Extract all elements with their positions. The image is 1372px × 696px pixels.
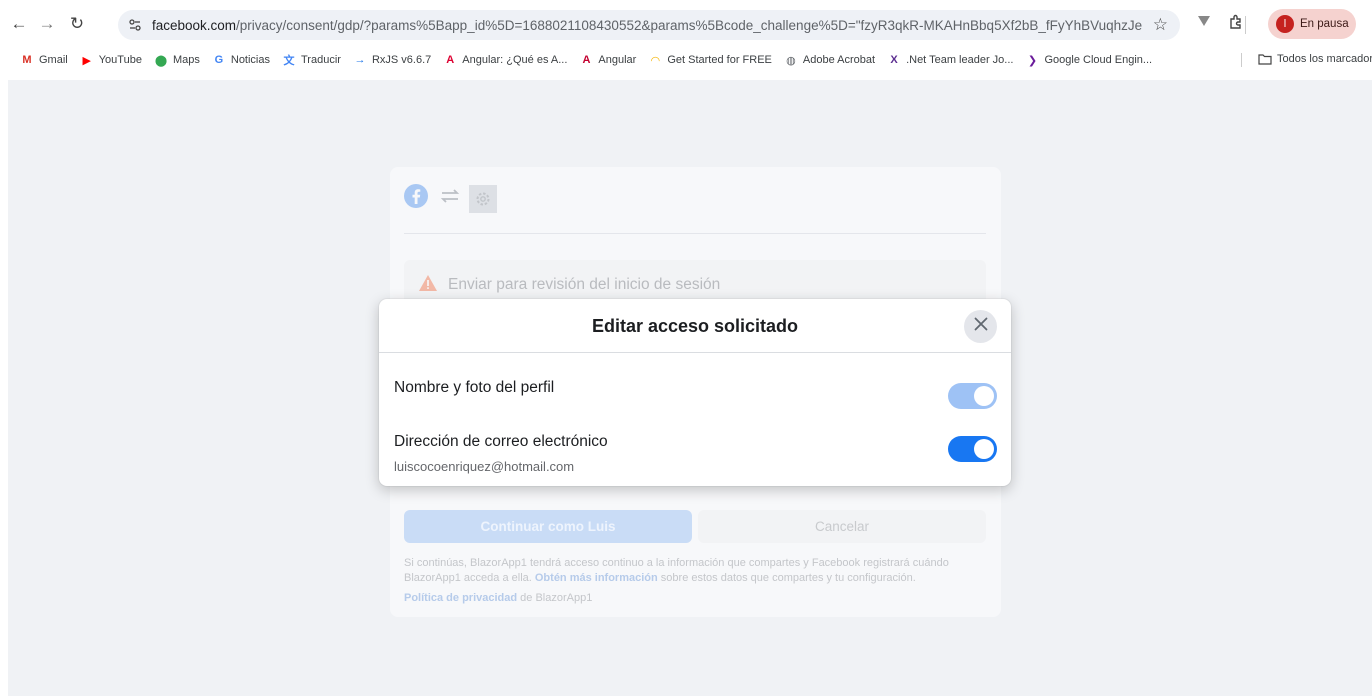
bookmark-label: Google Cloud Engin... <box>1044 54 1153 66</box>
all-bookmarks-button[interactable]: Todos los marcador <box>1258 52 1372 66</box>
bookmark-item[interactable]: X .Net Team leader Jo... <box>887 53 1013 67</box>
bookmark-label: Maps <box>172 54 200 66</box>
bookmark-item[interactable]: → RxJS v6.6.7 <box>353 53 431 67</box>
browser-toolbar: ← → ↻ facebook.com/privacy/consent/gdp/?… <box>0 0 1372 47</box>
privacy-policy-app: de BlazorApp1 <box>520 592 593 604</box>
permission-email-value: luiscocoenriquez@hotmail.com <box>394 459 575 474</box>
close-icon <box>974 317 988 336</box>
learn-more-link[interactable]: Obtén más información <box>535 572 658 584</box>
translate-icon: 文 <box>283 55 295 67</box>
bookmark-label: YouTube <box>98 54 142 66</box>
bookmark-label: Get Started for FREE <box>667 54 772 66</box>
bookmark-item[interactable]: 文 Traducir <box>282 53 341 67</box>
site-settings-icon[interactable] <box>122 12 148 38</box>
news-icon: G <box>214 54 224 66</box>
bookmark-label: Noticias <box>230 54 270 66</box>
profile-avatar: l <box>1276 15 1294 33</box>
continue-as-button[interactable]: Continuar como Luis <box>404 510 692 543</box>
close-button[interactable] <box>964 310 997 343</box>
bookmark-item[interactable]: ⬤ Maps <box>154 53 200 67</box>
url-text[interactable]: facebook.com/privacy/consent/gdp/?params… <box>152 18 1142 33</box>
dialog-title: Editar acceso solicitado <box>591 315 799 336</box>
bookmark-item[interactable]: ◠ Get Started for FREE <box>648 53 772 67</box>
url-path: /privacy/consent/gdp/?params%5Bapp_id%5D… <box>236 17 1142 33</box>
permission-email-label: Dirección de correo electrónico <box>394 433 608 450</box>
bookmark-item[interactable]: A Angular: ¿Qué es A... <box>443 53 567 67</box>
rainbow-icon: ◠ <box>651 54 660 67</box>
profile-status: En pausa <box>1300 18 1349 30</box>
warning-text: Enviar para revisión del inicio de sesió… <box>448 276 721 293</box>
globe-icon: ◍ <box>786 54 796 67</box>
bookmark-item[interactable]: ❯ Google Cloud Engin... <box>1025 53 1152 67</box>
warning-triangle-icon <box>418 274 438 297</box>
permission-profile-toggle <box>948 383 997 409</box>
bookmark-label: Adobe Acrobat <box>802 54 876 66</box>
chevron-logo-icon: ❯ <box>1027 54 1038 67</box>
toggle-knob <box>974 439 994 459</box>
dialog-divider <box>379 352 1011 353</box>
rxjs-icon: → <box>354 54 366 66</box>
card-divider <box>404 233 986 234</box>
extensions-puzzle-icon[interactable] <box>1228 14 1244 34</box>
all-bookmarks-label: Todos los marcador <box>1277 53 1372 65</box>
gmail-icon: M <box>22 54 32 66</box>
privacy-policy-link[interactable]: Política de privacidad <box>404 592 517 604</box>
angular-icon: A <box>582 54 591 66</box>
bookmark-label: Traducir <box>301 54 341 66</box>
back-arrow-icon[interactable]: ← <box>6 11 32 37</box>
youtube-icon: ▶ <box>82 54 91 67</box>
bookmark-item[interactable]: M Gmail <box>20 53 68 67</box>
bookmark-item[interactable]: G Noticias <box>212 53 270 67</box>
facebook-logo-icon <box>403 183 429 214</box>
address-bar[interactable]: facebook.com/privacy/consent/gdp/?params… <box>118 10 1180 40</box>
bookmark-label: Angular: ¿Qué es A... <box>462 54 568 66</box>
permission-profile-label: Nombre y foto del perfil <box>394 379 555 396</box>
permission-email-toggle[interactable] <box>948 436 997 462</box>
profile-button[interactable]: l En pausa <box>1268 9 1356 39</box>
fine-print-text-2: sobre estos datos que compartes y tu con… <box>660 572 916 584</box>
app-gear-icon <box>469 184 497 213</box>
forward-arrow-icon[interactable]: → <box>34 11 60 37</box>
bookmarks-bar: M Gmail ▶ YouTube ⬤ Maps G Noticias 文 Traducir → Rx… <box>0 47 1372 73</box>
url-host: facebook.com <box>152 17 237 33</box>
bookmark-item[interactable]: ◍ Adobe Acrobat <box>784 53 875 67</box>
bookmark-star-icon[interactable]: ☆ <box>1153 15 1168 35</box>
reload-icon[interactable]: ↻ <box>64 11 90 37</box>
folder-icon <box>1258 52 1272 66</box>
maps-icon: ⬤ <box>154 54 168 67</box>
angular-icon: A <box>446 54 455 66</box>
bookmark-label: RxJS v6.6.7 <box>371 54 432 66</box>
bookmarks-divider <box>1241 53 1242 67</box>
vpn-extension-icon[interactable] <box>1197 14 1211 32</box>
bookmark-item[interactable]: A Angular <box>579 53 636 67</box>
edit-access-dialog: Editar acceso solicitado Nombre y foto d… <box>379 299 1011 486</box>
bookmark-label: Gmail <box>39 54 68 66</box>
consent-fine-print: Si continúas, BlazorApp1 tendrá acceso c… <box>404 556 994 586</box>
x-logo-icon: X <box>890 54 898 66</box>
privacy-policy-line: Política de privacidad de BlazorApp1 <box>404 592 592 604</box>
toolbar-divider <box>1245 16 1246 34</box>
bookmark-label: .Net Team leader Jo... <box>906 54 1014 66</box>
app-link-icons <box>403 183 497 214</box>
bookmark-item[interactable]: ▶ YouTube <box>80 53 142 67</box>
cancel-button[interactable]: Cancelar <box>698 510 986 543</box>
swap-arrows-icon <box>439 187 461 210</box>
toggle-knob <box>974 386 994 406</box>
bookmark-label: Angular <box>598 54 637 66</box>
